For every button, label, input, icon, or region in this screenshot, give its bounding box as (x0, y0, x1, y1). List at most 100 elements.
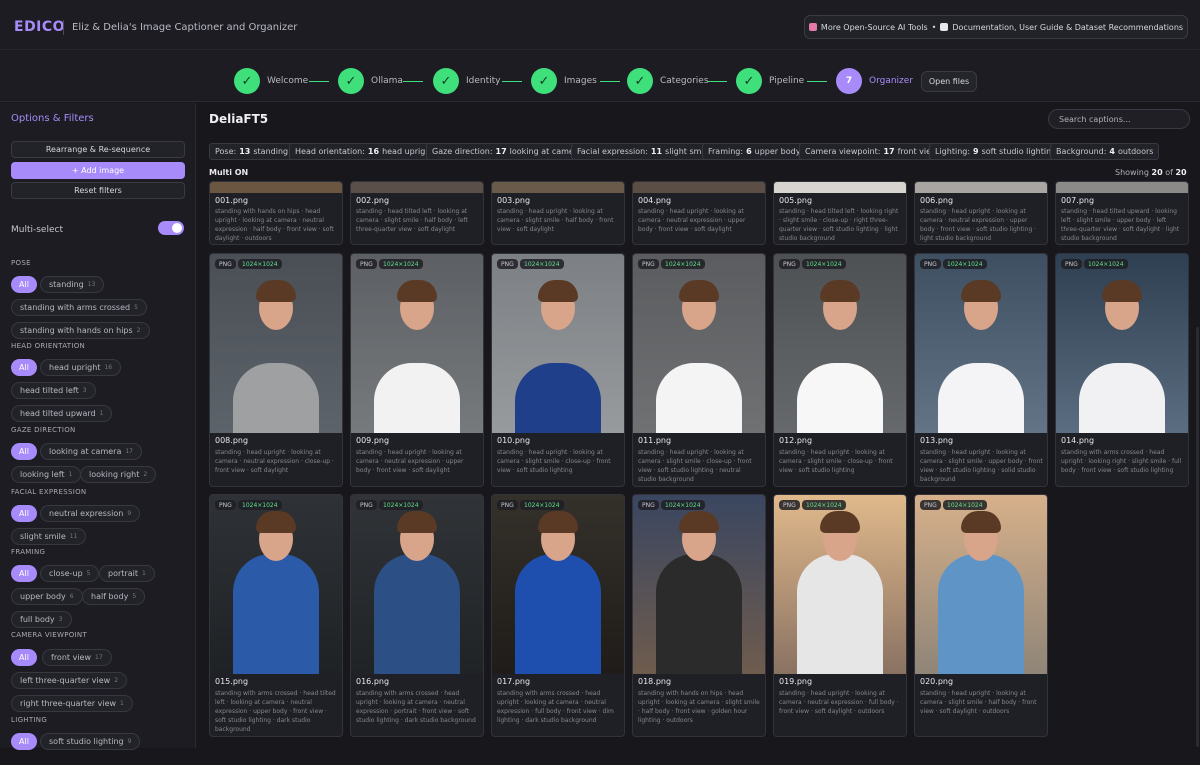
image-card[interactable]: PNG 1024×1024 020.png standing · head uprig… (914, 494, 1048, 737)
active-filter-chip[interactable]: Pose: 13 standing (209, 143, 295, 160)
image-card[interactable]: 006.png standing · head upright · looking… (914, 181, 1048, 245)
image-card[interactable]: PNG 1024×1024 014.png standing with arms cr… (1055, 253, 1189, 487)
format-badge: PNG (779, 500, 800, 510)
image-card[interactable]: PNG 1024×1024 016.png standing with arms cr… (350, 494, 484, 737)
step-identity[interactable]: ✓ Identity (433, 68, 501, 94)
active-filter-chip[interactable]: Camera viewpoint: 17 front view (799, 143, 944, 160)
filter-chip-portrait[interactable]: portrait 1 (99, 565, 155, 582)
filter-section-title: CAMERA VIEWPOINT (11, 631, 88, 639)
image-card[interactable]: 003.png standing · head upright · looking… (491, 181, 625, 245)
image-caption: standing · head upright · looking at cam… (920, 449, 1043, 483)
filter-chip-soft-studio-lighting[interactable]: soft studio lighting 9 (40, 733, 141, 750)
image-thumbnail[interactable]: PNG 1024×1024 (351, 495, 483, 674)
filter-chip-slight-smile[interactable]: slight smile 11 (11, 528, 87, 545)
open-files-button[interactable]: Open files (921, 71, 977, 92)
image-thumbnail[interactable]: PNG 1024×1024 (633, 495, 765, 674)
filter-chip-full-body[interactable]: full body 3 (11, 611, 72, 628)
filter-chip-all[interactable]: All (11, 443, 37, 460)
active-filter-chip[interactable]: Background: 4 outdoors (1050, 143, 1160, 160)
active-filter-chip[interactable]: Facial expression: 11 slight smile (571, 143, 717, 160)
image-thumbnail[interactable]: PNG 1024×1024 (915, 495, 1047, 674)
image-card[interactable]: PNG 1024×1024 008.png standing · head uprig… (209, 253, 343, 487)
step-images[interactable]: ✓ Images (531, 68, 597, 94)
image-card[interactable]: 002.png standing · head tilted left · loo… (350, 181, 484, 245)
image-card[interactable]: PNG 1024×1024 018.png standing with hands o… (632, 494, 766, 737)
filter-chip-all[interactable]: All (11, 565, 37, 582)
filter-chip-all[interactable]: All (11, 505, 37, 522)
step-ollama[interactable]: ✓ Ollama (338, 68, 403, 94)
filter-chip-all[interactable]: All (11, 359, 37, 376)
filter-key: Lighting: (935, 147, 971, 156)
scrollbar[interactable] (1196, 327, 1199, 747)
image-card[interactable]: 007.png standing · head tilted upward · l… (1055, 181, 1189, 245)
image-thumbnail[interactable] (774, 182, 906, 193)
step-number-badge: 7 (836, 68, 862, 94)
multiselect-toggle[interactable] (158, 221, 184, 235)
filter-chip-standing-with-arms-crossed[interactable]: standing with arms crossed 5 (11, 299, 147, 316)
image-filename: 016.png (356, 677, 390, 686)
image-thumbnail[interactable]: PNG 1024×1024 (915, 254, 1047, 433)
rearrange-button[interactable]: Rearrange & Re-sequence (11, 141, 185, 158)
image-thumbnail[interactable] (1056, 182, 1188, 193)
filter-chip-right-three-quarter-view[interactable]: right three-quarter view 1 (11, 695, 133, 712)
resources-link[interactable]: More Open-Source AI Tools • Documentatio… (804, 15, 1188, 39)
filter-chip-left-three-quarter-view[interactable]: left three-quarter view 2 (11, 672, 128, 689)
image-card[interactable]: PNG 1024×1024 009.png standing · head uprig… (350, 253, 484, 487)
filter-chip-standing[interactable]: standing 13 (40, 276, 105, 293)
image-card[interactable]: PNG 1024×1024 019.png standing · head uprig… (773, 494, 907, 737)
filter-chip-all[interactable]: All (11, 276, 37, 293)
image-thumbnail[interactable] (351, 182, 483, 193)
image-card[interactable]: PNG 1024×1024 013.png standing · head uprig… (914, 253, 1048, 487)
image-filename: 014.png (1061, 436, 1095, 445)
image-thumbnail[interactable]: PNG 1024×1024 (633, 254, 765, 433)
image-thumbnail[interactable]: PNG 1024×1024 (351, 254, 483, 433)
image-card[interactable]: 004.png standing · head upright · looking… (632, 181, 766, 245)
active-filter-chip[interactable]: Lighting: 9 soft studio lighting (929, 143, 1063, 160)
filter-chip-all[interactable]: All (11, 649, 37, 666)
image-card[interactable]: PNG 1024×1024 010.png standing · head uprig… (491, 253, 625, 487)
image-card[interactable]: PNG 1024×1024 015.png standing with arms cr… (209, 494, 343, 737)
active-filter-chip[interactable]: Gaze direction: 17 looking at camera (426, 143, 589, 160)
image-thumbnail[interactable]: PNG 1024×1024 (492, 254, 624, 433)
image-thumbnail[interactable] (915, 182, 1047, 193)
filter-chip-head-tilted-upward[interactable]: head tilted upward 1 (11, 405, 113, 422)
image-card[interactable]: PNG 1024×1024 012.png standing · head uprig… (773, 253, 907, 487)
active-filter-chip[interactable]: Framing: 6 upper body (702, 143, 807, 160)
image-thumbnail[interactable]: PNG 1024×1024 (210, 495, 342, 674)
step-welcome[interactable]: ✓ Welcome (234, 68, 308, 94)
step-organizer[interactable]: 7 Organizer (836, 68, 913, 94)
filter-chip-looking-at-camera[interactable]: looking at camera 17 (40, 443, 142, 460)
image-thumbnail[interactable]: PNG 1024×1024 (210, 254, 342, 433)
filter-chip-looking-left[interactable]: looking left 1 (11, 466, 82, 483)
image-thumbnail[interactable]: PNG 1024×1024 (774, 495, 906, 674)
filter-chip-half-body[interactable]: half body 5 (82, 588, 146, 605)
step-categories[interactable]: ✓ Categories (627, 68, 709, 94)
add-image-button[interactable]: + Add image (11, 162, 185, 179)
filter-chip-close-up[interactable]: close-up 5 (40, 565, 100, 582)
filter-chip-standing-with-hands-on-hips[interactable]: standing with hands on hips 2 (11, 322, 150, 339)
filter-chip-upper-body[interactable]: upper body 6 (11, 588, 83, 605)
image-card[interactable]: PNG 1024×1024 011.png standing · head uprig… (632, 253, 766, 487)
filter-chip-neutral-expression[interactable]: neutral expression 9 (40, 505, 141, 522)
step-pipeline[interactable]: ✓ Pipeline (736, 68, 804, 94)
image-card[interactable]: 001.png standing with hands on hips · hea… (209, 181, 343, 245)
image-thumbnail[interactable] (492, 182, 624, 193)
reset-filters-button[interactable]: Reset filters (11, 182, 185, 199)
active-filter-chip[interactable]: Head orientation: 16 head upright (289, 143, 440, 160)
image-thumbnail[interactable] (633, 182, 765, 193)
step-connector (600, 81, 620, 82)
image-thumbnail[interactable]: PNG 1024×1024 (492, 495, 624, 674)
image-thumbnail[interactable]: PNG 1024×1024 (774, 254, 906, 433)
image-thumbnail[interactable]: PNG 1024×1024 (1056, 254, 1188, 433)
image-thumbnail[interactable] (210, 182, 342, 193)
image-card[interactable]: PNG 1024×1024 017.png standing with arms cr… (491, 494, 625, 737)
chip-label: All (19, 737, 29, 746)
image-card[interactable]: 005.png standing · head tilted left · loo… (773, 181, 907, 245)
filter-chip-front-view[interactable]: front view 17 (42, 649, 112, 666)
chip-label: full body (20, 615, 55, 624)
filter-chip-all[interactable]: All (11, 733, 37, 750)
search-input[interactable]: Search captions... (1048, 109, 1190, 129)
filter-chip-head-upright[interactable]: head upright 16 (40, 359, 122, 376)
filter-chip-looking-right[interactable]: looking right 2 (80, 466, 157, 483)
filter-chip-head-tilted-left[interactable]: head tilted left 3 (11, 382, 96, 399)
